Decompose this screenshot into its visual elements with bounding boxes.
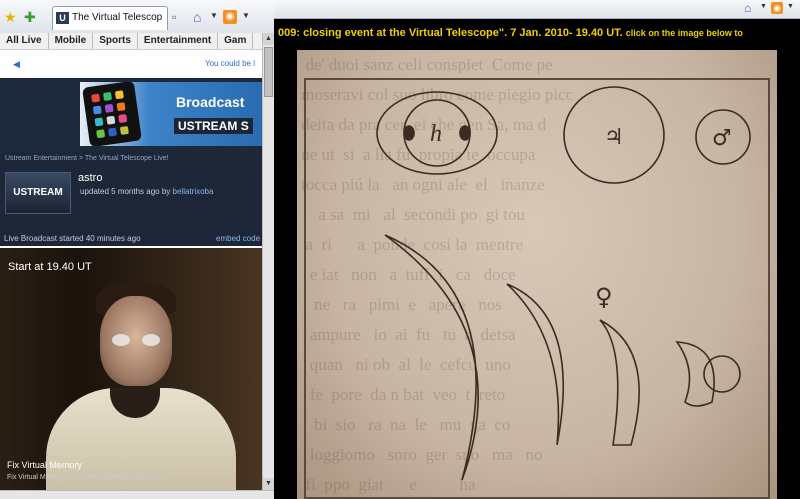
event-marquee[interactable]: 009: closing event at the Virtual Telesc… <box>278 27 743 39</box>
video-player[interactable]: Start at 19.40 UT Fix Virtual Memory Fix… <box>0 248 262 490</box>
nav-item-entertainment[interactable]: Entertainment <box>138 33 219 49</box>
right-toolbar: ⌂ ▼ ◉ ▼ <box>274 0 800 19</box>
left-browser-window: ★ ✚ U The Virtual Telescope ▫ ⌂ ▼ ◉ ▼ Al… <box>0 0 274 499</box>
home-dropdown-icon[interactable]: ▼ <box>760 3 767 10</box>
tab-title: The Virtual Telescope <box>72 12 162 23</box>
banner-title: Broadcast <box>176 94 245 110</box>
rss-dropdown-icon[interactable]: ▼ <box>242 11 250 20</box>
video-overlay-title: Start at 19.40 UT <box>8 261 92 273</box>
live-started-text: Live Broadcast started 40 minutes ago <box>4 234 141 243</box>
notice-bar: ◀ You could be l <box>0 52 262 76</box>
marquee-click-hint[interactable]: click on the image below to <box>626 28 743 38</box>
presenter-face <box>100 296 172 386</box>
favorites-star-icon[interactable]: ★ <box>4 9 17 25</box>
video-ad-caption[interactable]: Fix Virtual Memory <box>7 460 82 470</box>
venus-symbol: ♀ <box>595 283 613 311</box>
rss-feed-icon[interactable]: ◉ <box>771 2 783 14</box>
notice-text[interactable]: You could be l <box>205 59 255 68</box>
channel-info: Ustream Entertainment > The Virtual Tele… <box>0 150 262 246</box>
home-dropdown-icon[interactable]: ▼ <box>210 11 218 20</box>
rss-dropdown-icon[interactable]: ▼ <box>787 3 794 10</box>
nav-item-sports[interactable]: Sports <box>93 33 138 49</box>
phone-icon <box>82 82 142 146</box>
banner-brand: USTREAM S <box>174 118 253 134</box>
planet-sketches: h ♃ ♂ ♀ <box>376 86 751 481</box>
ustream-favicon-icon: U <box>56 12 69 24</box>
nav-item-gaming[interactable]: Gam <box>218 33 254 49</box>
mars-symbol: ♂ <box>712 126 732 151</box>
saturn-symbol: h <box>430 121 442 147</box>
glasses-left <box>112 334 130 346</box>
add-favorite-icon[interactable]: ✚ <box>24 9 36 25</box>
channel-logo[interactable]: USTREAM <box>5 172 71 214</box>
ad-banner[interactable]: Broadcast USTREAM S <box>0 78 262 150</box>
scroll-down-arrow-icon[interactable]: ▼ <box>263 478 274 490</box>
jupiter-symbol: ♃ <box>604 125 624 150</box>
nav-item-mobile[interactable]: Mobile <box>49 33 94 49</box>
back-arrow-icon[interactable]: ◀ <box>13 59 20 70</box>
embed-code-link[interactable]: embed code <box>216 234 260 243</box>
new-tab-icon[interactable]: ▫ <box>172 10 176 24</box>
nav-item-all-live[interactable]: All Live <box>0 33 49 49</box>
browser-tab[interactable]: U The Virtual Telescope <box>52 6 168 30</box>
channel-updated: updated 5 months ago by bellatrixoba <box>80 187 214 196</box>
home-icon[interactable]: ⌂ <box>193 9 201 25</box>
video-ad-subcaption[interactable]: Fix Virtual Memory in ... Free Download … <box>7 474 168 481</box>
scroll-thumb[interactable] <box>264 47 273 97</box>
channel-user-link[interactable]: bellatrixoba <box>173 187 214 196</box>
home-icon[interactable]: ⌂ <box>744 1 751 15</box>
scroll-up-arrow-icon[interactable]: ▲ <box>263 33 274 45</box>
breadcrumb[interactable]: Ustream Entertainment > The Virtual Tele… <box>5 155 169 162</box>
banner-image[interactable]: Broadcast USTREAM S <box>80 82 262 146</box>
glasses-right <box>142 334 160 346</box>
marquee-text: 009: closing event at the Virtual Telesc… <box>278 27 623 39</box>
channel-name: astro <box>78 172 103 184</box>
rss-feed-icon[interactable]: ◉ <box>223 10 237 24</box>
galileo-drawing-image[interactable]: de' duoi sanz celi conspiet Come pe mose… <box>297 50 777 499</box>
right-browser-window: ⌂ ▼ ◉ ▼ 009: closing event at the Virtua… <box>274 0 800 499</box>
vertical-scrollbar[interactable]: ▲ ▼ <box>262 33 274 490</box>
horizontal-scrollbar[interactable] <box>0 490 274 499</box>
venus-phases <box>384 234 741 481</box>
category-nav: All Live Mobile Sports Entertainment Gam <box>0 33 262 50</box>
browser-toolbar: ★ ✚ U The Virtual Telescope ▫ ⌂ ▼ ◉ ▼ <box>0 0 274 34</box>
